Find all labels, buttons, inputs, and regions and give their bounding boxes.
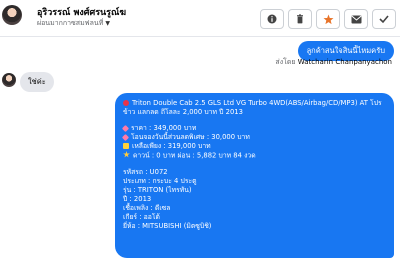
mark-unread-button[interactable] xyxy=(344,9,368,29)
sent-by-label: ส่งโดย Watcharin Chanpanyachon xyxy=(275,57,392,68)
contact-avatar-small xyxy=(2,73,16,87)
contact-status-text: ผ่อนมากกาซสมฟลนที่ xyxy=(37,19,104,27)
info-icon xyxy=(267,14,277,24)
diamond-icon xyxy=(121,124,130,132)
listing-price: ราคา : 349,000 บาท xyxy=(131,124,197,132)
listing-doors: ประเภท : กระบะ 4 ประตู xyxy=(123,176,197,185)
listing-message[interactable]: Triton Double Cab 2.5 GLS Ltd VG Turbo 4… xyxy=(115,93,394,258)
delete-icon xyxy=(297,14,303,24)
info-button[interactable] xyxy=(260,9,284,29)
header-actions xyxy=(260,9,396,29)
discount-line: โอนจองวันนี้ส่วนลดพิเศษ : 30,000 บาท xyxy=(121,133,386,142)
contact-status[interactable]: ผ่อนมากกาซสมฟลนที่ ▼ xyxy=(37,18,110,29)
conversation-header: อุริวรรณ์ พงศ์ศรนรูณ์ฆ ผ่อนมากกาซสมฟลนที… xyxy=(0,0,400,37)
listing-fuel: เชื้อเพลิง : ดีเซล xyxy=(123,203,171,212)
down-payment-line: ดาวน์ : 0 บาท ผ่อน : 5,882 บาท 84 งวด xyxy=(123,151,386,161)
red-circle-icon xyxy=(123,99,129,106)
listing-year: ปี : 2013 xyxy=(123,194,152,203)
listing-title: Triton Double Cab 2.5 GLS Ltd VG Turbo 4… xyxy=(123,99,382,116)
delete-button[interactable] xyxy=(288,9,312,29)
star-button[interactable] xyxy=(316,9,340,29)
listing-code: รหัสรถ : U072 xyxy=(123,167,168,176)
remaining-line: เหลือเพียง : 319,000 บาท xyxy=(123,142,386,151)
diamond-icon xyxy=(121,133,130,141)
price-line: ราคา : 349,000 บาท xyxy=(121,124,386,133)
listing-gear: เกียร์ : ออโต้ xyxy=(123,212,160,221)
incoming-message[interactable]: ใช่ค่ะ xyxy=(20,72,54,92)
contact-name[interactable]: อุริวรรณ์ พงศ์ศรนรูณ์ฆ xyxy=(37,5,126,19)
mark-done-button[interactable] xyxy=(372,9,396,29)
check-icon xyxy=(379,15,389,24)
listing-remaining: เหลือเพียง : 319,000 บาท xyxy=(132,142,211,150)
sent-by-name: Watcharin Chanpanyachon xyxy=(297,58,392,66)
chevron-down-icon: ▼ xyxy=(105,20,110,27)
sparkle-icon xyxy=(123,142,129,149)
mail-icon xyxy=(350,15,362,23)
listing-down-payment: ดาวน์ : 0 บาท ผ่อน : 5,882 บาท 84 งวด xyxy=(133,151,256,160)
listing-model: รุ่น : TRITON (ไทรทัน) xyxy=(123,185,192,194)
listing-discount: โอนจองวันนี้ส่วนลดพิเศษ : 30,000 บาท xyxy=(131,133,250,141)
contact-avatar[interactable] xyxy=(2,5,22,25)
listing-title-line: Triton Double Cab 2.5 GLS Ltd VG Turbo 4… xyxy=(123,99,386,117)
star-icon xyxy=(123,151,130,158)
sent-by-prefix: ส่งโดย xyxy=(275,58,296,66)
listing-brand: ยี่ห้อ : MITSUBISHI (มิตซูบิชิ) xyxy=(123,221,212,230)
star-icon xyxy=(323,14,333,24)
